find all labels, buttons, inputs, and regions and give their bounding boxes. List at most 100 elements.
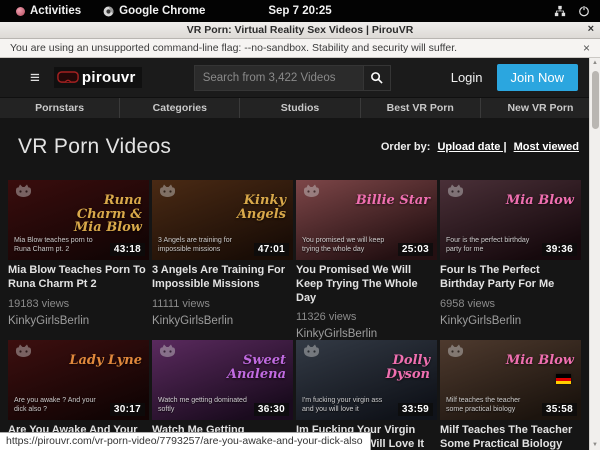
search-button[interactable] [364, 65, 391, 91]
video-thumbnail[interactable]: Mia Blow Milf teaches the teacher some p… [440, 340, 581, 420]
video-card[interactable]: Runa Charm & Mia Blow Mia Blow teaches p… [8, 180, 149, 340]
chrome-icon [103, 6, 114, 17]
main-area: VR Porn Videos Order by: Upload date | M… [0, 130, 600, 450]
thumbnail-overlay-caption: I'm fucking your virgin ass and you will… [302, 396, 393, 414]
thumbnail-overlay-caption: Are you awake ? And your dick also ? [14, 396, 105, 414]
search-bar [194, 65, 391, 91]
video-card[interactable]: Billie Star You promised we will keep tr… [296, 180, 437, 340]
thumbnail-overlay-name: Kinky Angels [206, 194, 286, 221]
infobar-close-icon[interactable]: × [583, 41, 590, 55]
video-duration-badge: 30:17 [110, 403, 145, 416]
power-icon[interactable] [578, 5, 590, 17]
search-icon [370, 71, 383, 84]
window-title: VR Porn: Virtual Reality Sex Videos | Pi… [187, 24, 414, 36]
scrollbar-down-icon[interactable]: ▼ [592, 440, 598, 450]
video-title[interactable]: 3 Angels Are Training For Impossible Mis… [152, 264, 293, 292]
video-duration-badge: 47:01 [254, 243, 289, 256]
video-title[interactable]: You Promised We Will Keep Trying The Who… [296, 264, 437, 305]
studio-cat-mask-icon [158, 184, 177, 198]
video-thumbnail[interactable]: Lady Lyne Are you awake ? And your dick … [8, 340, 149, 420]
video-duration-badge: 35:58 [542, 403, 577, 416]
warning-message: You are using an unsupported command-lin… [10, 42, 457, 54]
activities-dot-icon [16, 7, 25, 16]
thumbnail-overlay-caption: Four is the perfect birthday party for m… [446, 236, 537, 254]
video-duration-badge: 25:03 [398, 243, 433, 256]
studio-cat-mask-icon [302, 344, 321, 358]
thumbnail-overlay-caption: You promised we will keep trying the who… [302, 236, 393, 254]
menu-icon[interactable]: ≡ [30, 69, 40, 86]
vr-goggles-icon [57, 71, 79, 84]
video-thumbnail[interactable]: Runa Charm & Mia Blow Mia Blow teaches p… [8, 180, 149, 260]
page-title: VR Porn Videos [18, 135, 171, 159]
video-thumbnail[interactable]: Dolly Dyson I'm fucking your virgin ass … [296, 340, 437, 420]
order-by-label: Order by: [381, 141, 431, 153]
thumbnail-overlay-name: Lady Lyne [69, 354, 142, 368]
login-link[interactable]: Login [451, 70, 483, 85]
scrollbar-up-icon[interactable]: ▲ [592, 58, 598, 68]
order-by: Order by: Upload date | Most viewed [381, 141, 579, 153]
nav-item-pornstars[interactable]: Pornstars [0, 98, 119, 118]
activities-button[interactable]: Activities [8, 0, 89, 22]
network-icon[interactable] [554, 5, 566, 17]
video-channel-link[interactable]: KinkyGirlsBerlin [440, 315, 581, 327]
site-logo[interactable]: pirouvr [54, 67, 142, 88]
german-flag-icon [556, 374, 571, 384]
join-now-button[interactable]: Join Now [497, 64, 578, 91]
thumbnail-overlay-name: Mia Blow [506, 354, 574, 368]
browser-title-bar: VR Porn: Virtual Reality Sex Videos | Pi… [0, 22, 600, 39]
video-channel-link[interactable]: KinkyGirlsBerlin [8, 315, 149, 327]
nav-item-studios[interactable]: Studios [239, 98, 359, 118]
search-input[interactable] [194, 65, 364, 91]
page-content: ≡ pirouvr Login Join Now Pornstars Categ… [0, 58, 600, 450]
thumbnail-overlay-caption: Milf teaches the teacher some practical … [446, 396, 537, 414]
video-card[interactable]: Mia Blow Milf teaches the teacher some p… [440, 340, 581, 450]
studio-cat-mask-icon [14, 184, 33, 198]
scrollbar-thumb[interactable] [592, 71, 599, 129]
chrome-warning-infobar: You are using an unsupported command-lin… [0, 39, 600, 58]
window-close-icon[interactable]: × [588, 23, 594, 35]
video-card[interactable]: Kinky Angels 3 Angels are training for i… [152, 180, 293, 340]
video-duration-badge: 43:18 [110, 243, 145, 256]
nav-item-categories[interactable]: Categories [119, 98, 239, 118]
video-title[interactable]: Mia Blow Teaches Porn To Runa Charm Pt 2 [8, 264, 149, 292]
video-duration-badge: 36:30 [254, 403, 289, 416]
thumbnail-overlay-name: Billie Star [356, 194, 430, 208]
video-thumbnail[interactable]: Mia Blow Four is the perfect birthday pa… [440, 180, 581, 260]
thumbnail-overlay-name: Dolly Dyson [350, 354, 430, 381]
video-grid: Runa Charm & Mia Blow Mia Blow teaches p… [8, 180, 581, 450]
studio-cat-mask-icon [446, 184, 465, 198]
active-app-menu[interactable]: Google Chrome [95, 0, 213, 22]
video-card[interactable]: Mia Blow Four is the perfect birthday pa… [440, 180, 581, 340]
thumbnail-overlay-name: Mia Blow [506, 194, 574, 208]
video-duration-badge: 39:36 [542, 243, 577, 256]
browser-status-bar: https://pirouvr.com/vr-porn-video/779325… [0, 432, 371, 450]
studio-cat-mask-icon [14, 344, 33, 358]
order-most-viewed-link[interactable]: Most viewed [514, 141, 579, 153]
studio-cat-mask-icon [446, 344, 465, 358]
thumbnail-overlay-name: Runa Charm & Mia Blow [62, 194, 142, 235]
site-logo-text: pirouvr [82, 69, 136, 86]
nav-item-new-vr-porn[interactable]: New VR Porn [480, 98, 600, 118]
site-header: ≡ pirouvr Login Join Now [0, 58, 600, 97]
video-thumbnail[interactable]: Billie Star You promised we will keep tr… [296, 180, 437, 260]
system-top-bar: Activities Google Chrome Sep 7 20:25 [0, 0, 600, 22]
video-title[interactable]: Milf Teaches The Teacher Some Practical … [440, 424, 581, 450]
video-views: 11326 views [296, 311, 437, 323]
video-views: 11111 views [152, 298, 293, 310]
thumbnail-overlay-caption: 3 Angels are training for impossible mis… [158, 236, 249, 254]
thumbnail-overlay-name: Sweet Analena [206, 354, 286, 381]
video-channel-link[interactable]: KinkyGirlsBerlin [296, 328, 437, 340]
video-duration-badge: 33:59 [398, 403, 433, 416]
thumbnail-overlay-caption: Watch me getting dominated softly [158, 396, 249, 414]
main-nav: Pornstars Categories Studios Best VR Por… [0, 97, 600, 118]
video-thumbnail[interactable]: Sweet Analena Watch me getting dominated… [152, 340, 293, 420]
order-upload-date-link[interactable]: Upload date | [437, 141, 506, 153]
studio-cat-mask-icon [158, 344, 177, 358]
video-thumbnail[interactable]: Kinky Angels 3 Angels are training for i… [152, 180, 293, 260]
nav-item-best-vr-porn[interactable]: Best VR Porn [360, 98, 480, 118]
video-views: 19183 views [8, 298, 149, 310]
activities-label: Activities [30, 5, 81, 17]
video-channel-link[interactable]: KinkyGirlsBerlin [152, 315, 293, 327]
video-title[interactable]: Four Is The Perfect Birthday Party For M… [440, 264, 581, 292]
page-scrollbar[interactable]: ▲ ▼ [589, 58, 600, 450]
